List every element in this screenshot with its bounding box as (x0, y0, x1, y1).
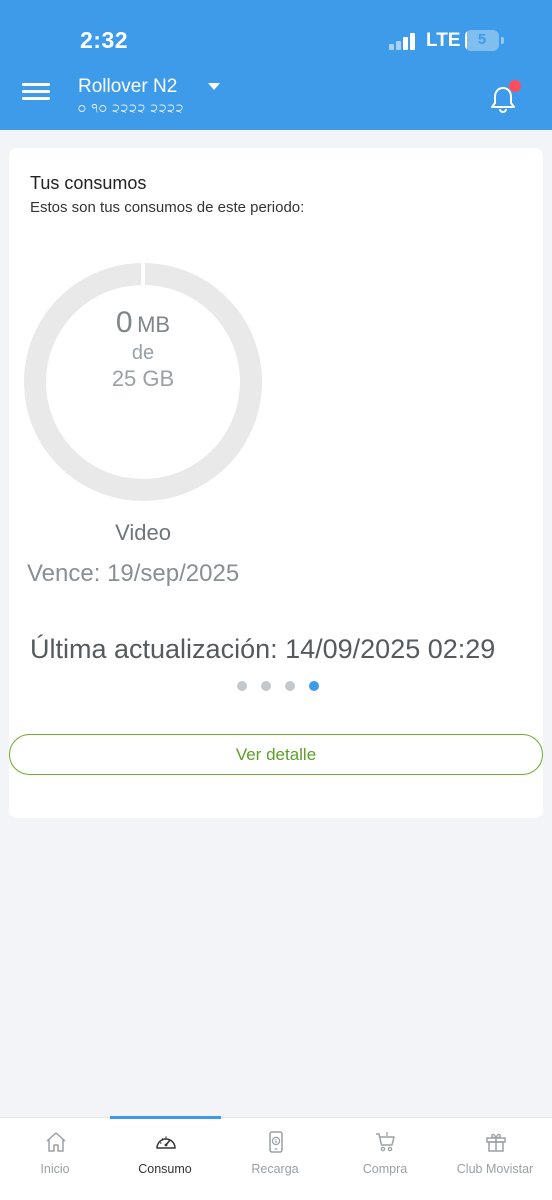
usage-used-line: 0 MB (23, 306, 263, 340)
plan-selector[interactable]: Rollover N2 ੦ ੧੦ ੨੨੨੨ ੨੨੨੨ (78, 76, 184, 116)
nav-item-recarga[interactable]: $ Recarga (220, 1118, 330, 1188)
consumption-card: Tus consumos Estos son tus consumos de e… (9, 148, 543, 818)
status-time: 2:32 (80, 27, 129, 53)
last-update: Última actualización: 14/09/2025 02:29 (30, 634, 496, 664)
nav-label: Compra (362, 1162, 408, 1176)
chevron-down-icon[interactable] (208, 83, 220, 90)
carousel-dot[interactable] (285, 681, 295, 691)
usage-summary: 0 MB de 25 GB (23, 262, 263, 502)
carousel-dot[interactable] (309, 681, 319, 691)
usage-category: Video (115, 520, 171, 545)
bottom-nav: Inicio Consumo $ Recarga Compra Club Mov… (0, 1116, 552, 1200)
nav-label: Club Movistar (456, 1162, 534, 1176)
card-subtitle: Estos son tus consumos de este periodo: (30, 199, 305, 216)
battery-cap (501, 37, 504, 44)
signal-icon (389, 32, 419, 50)
nav-label: Consumo (138, 1162, 192, 1176)
usage-connector: de (131, 342, 155, 364)
phone-dollar-icon: $ (269, 1131, 283, 1153)
nav-item-club-movistar[interactable]: Club Movistar (440, 1118, 550, 1188)
ver-detalle-button[interactable]: Ver detalle (9, 734, 543, 775)
battery-level: 5 (477, 31, 487, 48)
svg-text:$: $ (274, 1139, 278, 1145)
nav-label: Recarga (251, 1162, 299, 1176)
nav-item-consumo[interactable]: Consumo (110, 1118, 220, 1188)
battery-icon: 5 (465, 30, 499, 51)
card-title: Tus consumos (30, 173, 147, 193)
carousel-dot[interactable] (261, 681, 271, 691)
usage-used-value: 0 (115, 306, 133, 339)
usage-used-unit: MB (137, 312, 171, 337)
gauge-icon (156, 1136, 176, 1149)
cart-icon (376, 1132, 395, 1152)
notification-badge (509, 80, 521, 92)
carousel-dot[interactable] (237, 681, 247, 691)
phone-number: ੦ ੧੦ ੨੨੨੨ ੨੨੨੨ (78, 101, 185, 115)
usage-total: 25 GB (111, 366, 175, 391)
nav-label: Inicio (40, 1162, 70, 1176)
nav-item-compra[interactable]: Compra (330, 1118, 440, 1188)
network-type: LTE (426, 30, 461, 51)
hamburger-menu-icon[interactable] (22, 80, 52, 102)
nav-item-inicio[interactable]: Inicio (0, 1118, 110, 1188)
app-header: 2:32 LTE 5 Rollover N2 ੦ ੧੦ ੨੨੨੨ ੨੨੨੨ (0, 0, 552, 130)
home-icon (46, 1132, 66, 1152)
plan-name: Rollover N2 (78, 76, 178, 97)
gift-icon (486, 1133, 506, 1152)
expiry-date: Vence: 19/sep/2025 (27, 560, 240, 587)
